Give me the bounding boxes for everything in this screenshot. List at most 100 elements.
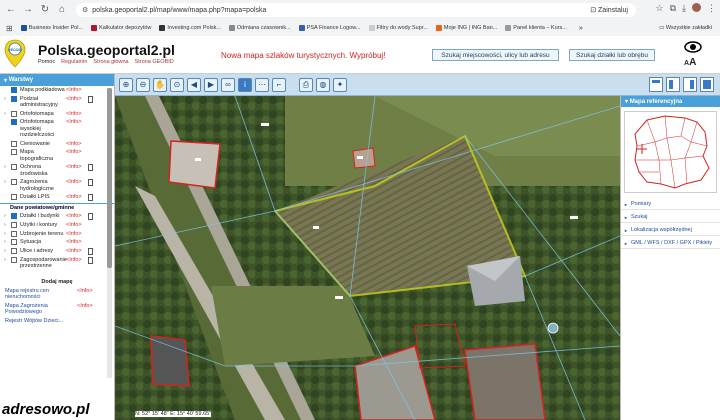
map-link-row[interactable]: Mapa rejestru cen nieruchomości <Info> [0, 285, 114, 300]
bookmark-item[interactable]: Filtry do wody Supr... [368, 25, 428, 31]
area-icon[interactable]: ⌐ [272, 78, 286, 92]
layer-row[interactable]: Mapa topograficzna <Info> [0, 148, 114, 163]
legend-document-icon[interactable] [88, 256, 93, 264]
map-link-info[interactable] [77, 318, 99, 324]
more-bookmarks-icon[interactable]: » [579, 25, 583, 32]
layer-row[interactable]: › Ulice i adresy <Info> [0, 247, 114, 256]
link-strona-geobid[interactable]: Strona GEOBID [135, 59, 174, 65]
link-regulamin[interactable]: Regulamin [61, 59, 87, 65]
layer-checkbox[interactable] [11, 239, 17, 245]
orthophoto-map[interactable] [115, 96, 620, 420]
layer-row[interactable]: Cieniowanie <Info> [0, 140, 114, 149]
search-parcel-button[interactable]: Szukaj działki lub obrębu [569, 49, 655, 61]
address-bar[interactable]: ⚙ polska.geoportal2.pl/map/www/mapa.php?… [76, 3, 636, 17]
layer-row[interactable]: › Podział administracyjny <Info> [0, 95, 114, 110]
map-link-label[interactable]: Mapa rejestru cen nieruchomości [5, 288, 77, 300]
bookmark-item[interactable]: Kalkulator depozytów [91, 25, 151, 31]
layer-info-link[interactable]: <Info> [66, 248, 88, 255]
geoportal-logo[interactable]: GEOOID [3, 39, 27, 69]
map-link-label[interactable]: Rejestr Wójtów Dzieci... [5, 318, 77, 324]
legend-document-icon[interactable] [88, 164, 93, 171]
layout-left-icon[interactable] [666, 77, 680, 92]
layer-checkbox[interactable] [11, 222, 17, 228]
link-pomoc[interactable]: Pomoc [38, 59, 55, 65]
bookmark-item[interactable]: Panel klienta – Kurs... [505, 25, 567, 31]
site-title[interactable]: Polska.geoportal2.pl [38, 42, 175, 58]
zoom-box-icon[interactable]: ⊙ [170, 78, 184, 92]
font-size-toggle[interactable]: AA [684, 57, 696, 68]
map-view[interactable] [115, 96, 620, 420]
reference-map[interactable] [624, 111, 717, 193]
layer-info-link[interactable]: <Info> [66, 231, 88, 238]
star-icon[interactable]: ☆ [656, 3, 664, 14]
profile-avatar[interactable] [692, 3, 701, 12]
legend-document-icon[interactable] [88, 213, 93, 220]
expand-arrow-icon[interactable]: › [4, 231, 10, 238]
home-icon[interactable]: ⌂ [56, 4, 68, 16]
layer-info-link[interactable]: <Info> [66, 222, 88, 229]
reference-link[interactable]: GML / WFS / DXF / GPX / Pikiety [621, 236, 720, 249]
bookmark-item[interactable]: PSA Finance Logow... [298, 25, 361, 31]
eye-icon[interactable] [684, 41, 702, 56]
layer-info-link[interactable]: <Info> [66, 149, 88, 156]
reference-link[interactable]: Szukaj [621, 210, 720, 223]
layer-checkbox[interactable] [11, 194, 17, 200]
download-icon[interactable]: ⤓ [682, 3, 686, 14]
all-bookmarks[interactable]: ▭ Wszystkie zakładki [659, 25, 712, 31]
layer-checkbox[interactable] [11, 149, 17, 155]
legend-document-icon[interactable] [88, 247, 93, 255]
forward-icon[interactable]: → [22, 4, 34, 16]
layer-checkbox[interactable] [11, 247, 17, 254]
layer-checkbox[interactable] [11, 256, 17, 263]
previous-view-icon[interactable]: ◀ [187, 78, 201, 92]
settings-icon[interactable]: ✦ [333, 78, 347, 92]
layer-info-link[interactable]: <Info> [66, 87, 88, 94]
link-icon[interactable]: ∞ [221, 78, 235, 92]
layer-checkbox[interactable] [11, 95, 17, 102]
layout-single-icon[interactable] [649, 77, 663, 92]
layer-info-link[interactable]: <Info> [66, 239, 88, 246]
reference-link[interactable]: Pomiary [621, 197, 720, 210]
layer-checkbox[interactable] [11, 140, 17, 147]
reference-panel-header[interactable]: ▾ Mapa referencyjna [621, 96, 720, 107]
layer-row[interactable]: › Zagospodarowanie przestrzenne <Info> [0, 256, 114, 271]
layer-checkbox[interactable] [11, 213, 17, 219]
layer-info-link[interactable]: <Info> [66, 119, 88, 126]
layer-checkbox[interactable] [11, 230, 17, 237]
layer-row[interactable]: Ortofotomapa wysokiej rozdzielczości <Inf… [0, 118, 114, 140]
expand-arrow-icon[interactable]: › [4, 111, 10, 118]
layer-info-link[interactable]: <Info> [66, 164, 88, 171]
expand-arrow-icon[interactable]: › [4, 96, 10, 103]
expand-arrow-icon[interactable]: › [4, 248, 10, 255]
expand-arrow-icon[interactable]: › [4, 179, 10, 186]
layer-row[interactable]: › Ochrona środowiska <Info> [0, 163, 114, 178]
map-link-row[interactable]: Mapa Zagrożenia Powodziowego <Info> [0, 300, 114, 315]
reference-link[interactable]: Lokalizacja współrzędnej [621, 223, 720, 236]
expand-arrow-icon[interactable]: › [4, 213, 10, 220]
expand-arrow-icon[interactable]: › [4, 164, 10, 171]
measure-icon[interactable]: ⋯ [255, 78, 269, 92]
map-link-row[interactable]: Rejestr Wójtów Dzieci... [0, 315, 114, 324]
bookmark-item[interactable]: Moje ING | ING Ban... [435, 25, 497, 31]
link-strona-glowna[interactable]: Strona główna [93, 59, 128, 65]
layer-row[interactable]: › Użytki i kontury <Info> [0, 221, 114, 230]
layer-checkbox[interactable] [11, 119, 17, 125]
expand-arrow-icon[interactable]: › [4, 257, 10, 264]
info-icon[interactable]: i [238, 78, 252, 92]
layers-scrollbar[interactable] [107, 88, 112, 378]
reload-icon[interactable]: ↻ [39, 4, 51, 16]
bookmark-item[interactable]: Business Insider Pol... [20, 25, 83, 31]
layer-info-link[interactable]: <Info> [66, 257, 88, 264]
layer-row[interactable]: Działki LPIS <Info> [0, 193, 114, 202]
bookmark-item[interactable]: Odmiana czasownik... [228, 25, 291, 31]
back-icon[interactable]: ← [5, 4, 17, 16]
layout-right-icon[interactable] [683, 77, 697, 92]
pan-icon[interactable]: ✋ [153, 78, 167, 92]
menu-icon[interactable]: ⋮ [707, 3, 716, 14]
layer-row[interactable]: › Ortofotomapa <Info> [0, 110, 114, 119]
print-icon[interactable]: ⎙ [299, 78, 313, 92]
map-link-info[interactable]: <Info> [77, 288, 99, 300]
layer-row[interactable]: › Uzbrojenie terenu <Info> [0, 230, 114, 239]
layer-checkbox[interactable] [11, 164, 17, 170]
layer-info-link[interactable]: <Info> [66, 194, 88, 201]
